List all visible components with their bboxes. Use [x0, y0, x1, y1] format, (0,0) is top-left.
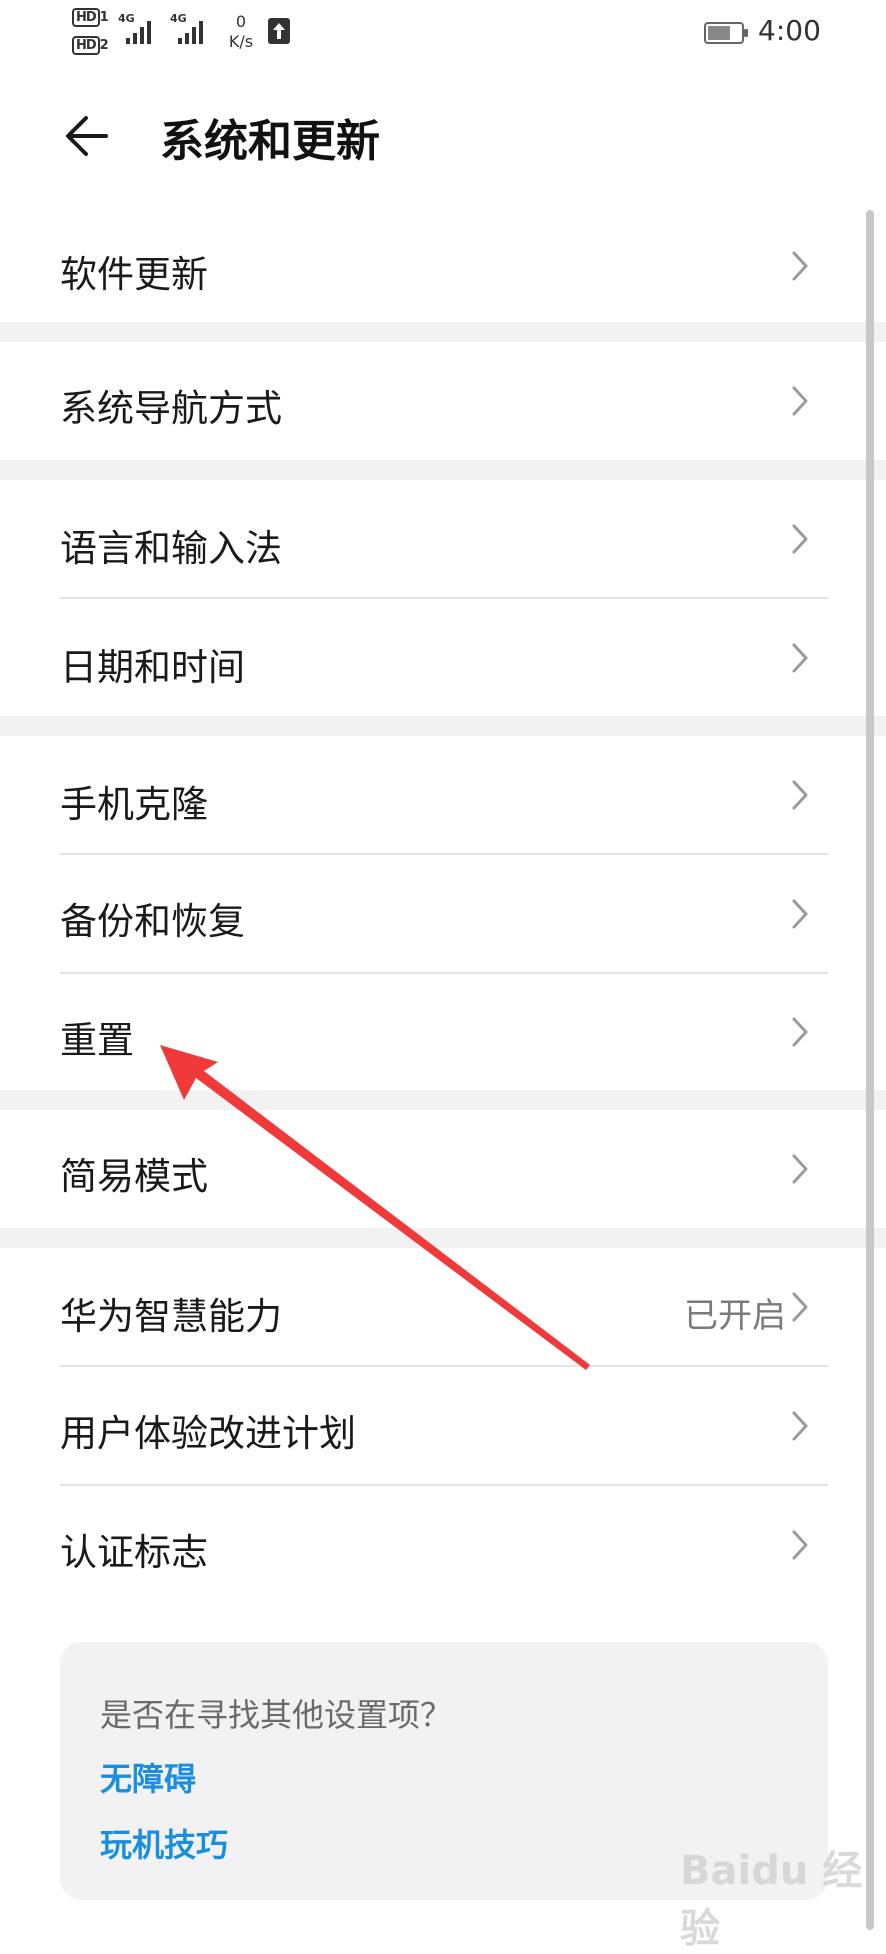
settings-item-date-time[interactable]: 日期和时间 [0, 599, 860, 717]
settings-item-certification[interactable]: 认证标志 [0, 1486, 860, 1604]
settings-item-phone-clone[interactable]: 手机克隆 [0, 736, 860, 854]
settings-item-simple-mode[interactable]: 简易模式 [0, 1110, 860, 1228]
chevron-right-icon [792, 780, 808, 810]
settings-item-backup-restore[interactable]: 备份和恢复 [0, 855, 860, 973]
chevron-right-icon [792, 643, 808, 673]
settings-item-label: 软件更新 [60, 253, 208, 296]
chevron-right-icon [792, 1530, 808, 1560]
settings-item-software-update[interactable]: 软件更新 [0, 212, 860, 320]
settings-item-ux-improvement[interactable]: 用户体验改进计划 [0, 1367, 860, 1485]
settings-item-navigation[interactable]: 系统导航方式 [0, 342, 860, 460]
chevron-right-icon [792, 524, 808, 554]
hd-voice-icon-2: HD 2 [72, 36, 109, 55]
settings-item-huawei-ai[interactable]: 华为智慧能力 已开启 [0, 1248, 860, 1366]
group-separator [0, 1228, 886, 1248]
status-bar: HD 1 HD 2 4G 4G 0 K/s 4:00 [0, 0, 886, 64]
signal-icon-1 [126, 21, 151, 44]
settings-item-reset[interactable]: 重置 [0, 974, 860, 1090]
settings-item-label: 认证标志 [60, 1531, 208, 1574]
upload-icon [268, 18, 290, 44]
settings-item-label: 重置 [60, 1019, 134, 1062]
settings-item-label: 手机克隆 [60, 783, 208, 826]
watermark: Baidu 经验 [680, 1848, 863, 1952]
settings-item-label: 用户体验改进计划 [60, 1412, 356, 1455]
link-accessibility[interactable]: 无障碍 [100, 1754, 196, 1800]
settings-item-label: 简易模式 [60, 1155, 208, 1198]
page-title: 系统和更新 [160, 116, 380, 167]
group-separator [0, 460, 886, 480]
group-separator [0, 1090, 886, 1110]
settings-item-label: 华为智慧能力 [60, 1295, 282, 1338]
link-tips[interactable]: 玩机技巧 [100, 1820, 228, 1866]
settings-item-label: 语言和输入法 [60, 527, 282, 570]
scrollbar[interactable] [866, 210, 874, 1930]
settings-item-label: 备份和恢复 [60, 900, 245, 943]
chevron-right-icon [792, 251, 808, 281]
chevron-right-icon [792, 1154, 808, 1184]
settings-item-label: 系统导航方式 [60, 387, 282, 430]
chevron-right-icon [792, 899, 808, 929]
settings-item-label: 日期和时间 [60, 646, 245, 689]
chevron-right-icon [792, 1292, 808, 1322]
status-value: 已开启 [684, 1296, 786, 1336]
group-separator [0, 716, 886, 736]
status-time: 4:00 [758, 14, 821, 47]
network-speed: 0 K/s [228, 12, 254, 51]
chevron-right-icon [792, 386, 808, 416]
chevron-right-icon [792, 1017, 808, 1047]
suggestion-title: 是否在寻找其他设置项？ [100, 1696, 453, 1734]
hd-voice-icon-1: HD 1 [72, 8, 109, 27]
group-separator [0, 322, 886, 342]
signal-icon-2 [178, 21, 203, 44]
battery-icon [704, 22, 748, 44]
arrow-left-icon[interactable] [60, 108, 116, 164]
settings-item-language-input[interactable]: 语言和输入法 [0, 480, 860, 598]
chevron-right-icon [792, 1411, 808, 1441]
